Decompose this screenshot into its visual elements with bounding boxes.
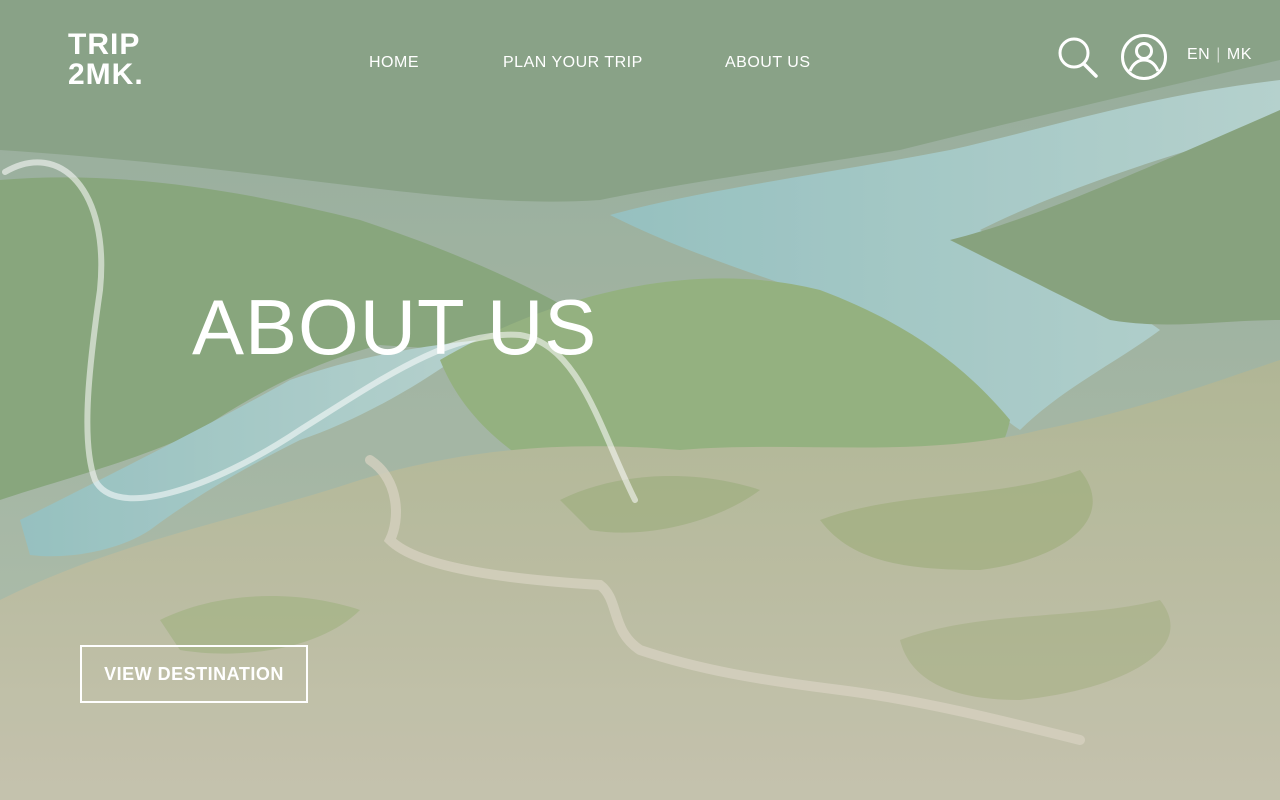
lang-separator: |	[1216, 46, 1221, 63]
lang-en-option[interactable]: EN	[1187, 46, 1210, 63]
user-icon[interactable]	[1120, 33, 1168, 81]
nav-home-link[interactable]: HOME	[369, 54, 419, 72]
nav-plan-your-trip-link[interactable]: PLAN YOUR TRIP	[503, 54, 643, 72]
nav-about-us-link[interactable]: ABOUT US	[725, 54, 811, 72]
view-destination-button[interactable]: VIEW DESTINATION	[80, 645, 308, 703]
lang-mk-option[interactable]: MK	[1227, 46, 1252, 63]
hero-section: TRIP 2MK. HOME PLAN YOUR TRIP ABOUT US E…	[0, 0, 1280, 800]
page-title: ABOUT US	[192, 283, 598, 372]
language-switcher: EN | MK	[1187, 46, 1252, 64]
search-icon[interactable]	[1057, 35, 1099, 79]
